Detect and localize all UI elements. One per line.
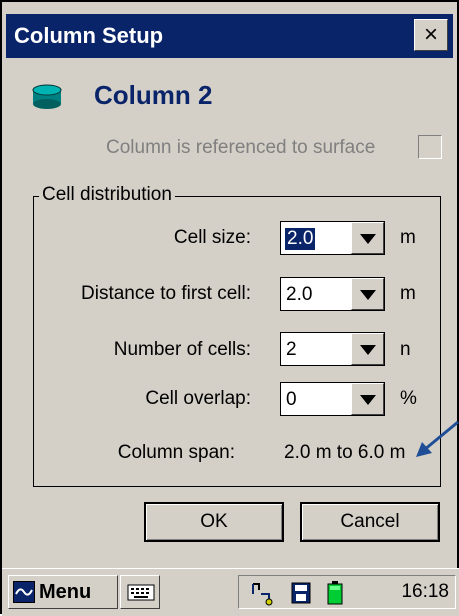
battery-icon[interactable] [325,580,345,606]
number-of-cells-unit: n [400,339,411,360]
cell-overlap-combo[interactable]: 0 [280,382,385,416]
cell-size-unit: m [400,227,416,248]
keyboard-icon [127,584,155,601]
close-button[interactable]: × [414,19,448,51]
surface-reference-label: Column is referenced to surface [106,137,376,158]
chevron-down-icon [360,234,376,244]
window-title: Column Setup [14,23,164,48]
arrow-icon [416,420,459,457]
chevron-down-icon [360,345,376,355]
close-icon: × [423,21,438,48]
cell-overlap-dropdown-button[interactable] [351,383,384,415]
cell-size-label: Cell size: [173,227,251,248]
number-of-cells-label: Number of cells: [113,339,251,360]
number-of-cells-combo[interactable]: 2 [280,332,385,366]
menu-label: Menu [39,581,92,603]
distance-first-cell-unit: m [400,283,416,304]
dialog-window: Column Setup × Column 2 Column is refere… [0,0,459,616]
cell-size-combo[interactable]: 2.0 [280,221,385,255]
distance-first-cell-dropdown-button[interactable] [351,278,384,310]
taskbar: Menu 16:18 [2,568,459,616]
cell-size-dropdown-button[interactable] [351,222,384,254]
cell-overlap-label: Cell overlap: [145,388,251,409]
number-of-cells-value: 2 [286,339,297,360]
distance-first-cell-combo[interactable]: 2.0 [280,277,385,311]
storage-card-icon[interactable] [289,580,313,606]
connectivity-icon[interactable] [249,580,275,606]
distance-first-cell-value: 2.0 [286,284,313,305]
cell-overlap-value: 0 [286,389,297,410]
number-of-cells-dropdown-button[interactable] [351,333,384,365]
cancel-button[interactable]: Cancel [300,502,440,542]
chevron-down-icon [360,290,376,300]
column-span-label: Column span: [117,442,235,463]
cylinder-icon [32,84,62,109]
start-menu-icon [13,581,35,603]
ok-button[interactable]: OK [144,502,284,542]
chevron-down-icon [360,395,376,405]
cell-distribution-title: Cell distribution [39,184,175,206]
cell-overlap-unit: % [400,388,417,409]
column-name: Column 2 [94,80,213,110]
column-span-value: 2.0 m to 6.0 m [284,442,406,463]
keyboard-button[interactable] [120,575,160,609]
start-menu-button[interactable]: Menu [8,575,118,609]
cell-size-value: 2.0 [285,228,316,250]
clock[interactable]: 16:18 [401,581,449,603]
distance-first-cell-label: Distance to first cell: [81,283,251,304]
surface-reference-checkbox[interactable] [418,135,442,159]
title-bar: Column Setup × [6,14,453,58]
system-tray: 16:18 [238,575,456,609]
